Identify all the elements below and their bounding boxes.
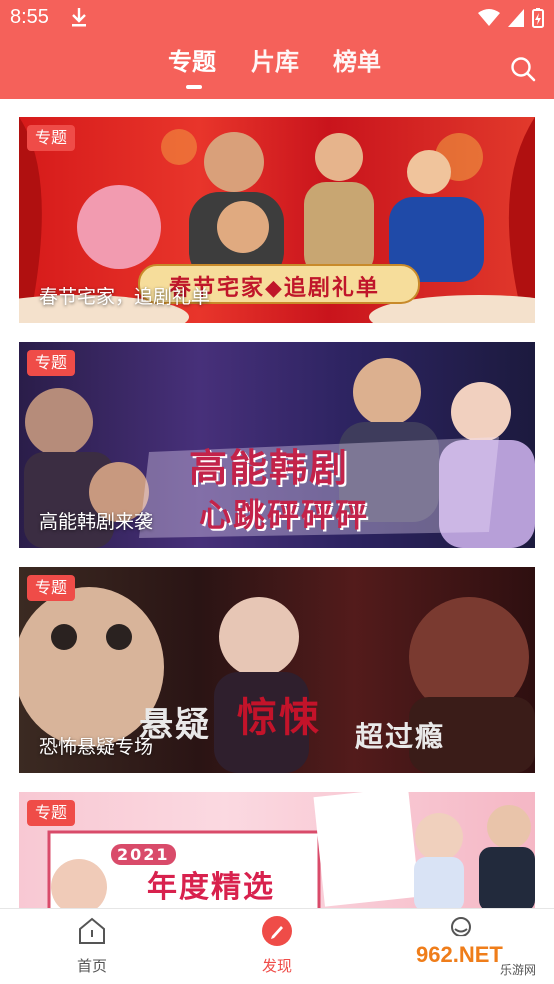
nav-discover[interactable]: 发现 xyxy=(237,915,317,976)
nav-discover-label: 发现 xyxy=(261,957,292,975)
app-header: 8:55 专题 片库 榜单 xyxy=(0,0,554,99)
card-banner-highlight: 惊悚 xyxy=(237,695,321,741)
status-time: 8:55 xyxy=(10,6,49,28)
download-icon xyxy=(72,8,86,27)
top-tabs: 专题 片库 榜单 xyxy=(0,42,554,92)
card-title: 恐怖悬疑专场 xyxy=(39,736,154,758)
nav-home[interactable]: 首页 xyxy=(52,915,132,976)
site-watermark: 962.NET 乐游网 xyxy=(408,936,548,977)
topic-card-year-picks[interactable]: 2021 年度精选 专题 xyxy=(19,792,535,912)
search-icon[interactable] xyxy=(510,56,536,82)
battery-icon xyxy=(532,8,544,28)
topic-badge: 专题 xyxy=(27,350,76,376)
card-banner-subtext: 超过瘾 xyxy=(355,720,446,753)
discover-icon xyxy=(262,916,292,946)
tab-topics[interactable]: 专题 xyxy=(168,42,216,77)
topic-badge: 专题 xyxy=(27,575,76,601)
tab-rankings[interactable]: 榜单 xyxy=(333,42,381,77)
status-bar: 8:55 xyxy=(0,0,554,36)
home-icon xyxy=(79,917,105,944)
signal-icon xyxy=(508,9,524,27)
nav-home-label: 首页 xyxy=(76,957,107,975)
watermark-subtext: 乐游网 xyxy=(500,963,536,977)
card-title: 高能韩剧来袭 xyxy=(39,511,154,533)
watermark-text: 962.NET xyxy=(416,942,503,967)
wifi-icon xyxy=(478,9,500,26)
tab-library[interactable]: 片库 xyxy=(251,42,299,77)
card-banner-text: 高能韩剧 xyxy=(189,446,350,490)
topic-badge: 专题 xyxy=(27,125,76,151)
card-artwork xyxy=(47,792,535,912)
card-banner-text: 年度精选 xyxy=(147,870,275,905)
topic-card-korean-drama[interactable]: 高能韩剧 心跳砰砰砰 专题 高能韩剧来袭 xyxy=(19,342,535,548)
topic-card-spring-festival[interactable]: 春节宅家◆追剧礼单 专题 春节宅家，追剧礼单 xyxy=(19,117,535,323)
topic-badge: 专题 xyxy=(27,800,76,826)
tab-indicator xyxy=(186,85,202,89)
status-icons xyxy=(478,8,544,28)
card-banner-subtext: 心跳砰砰砰 xyxy=(199,496,370,534)
topic-card-horror[interactable]: 悬疑 惊悚 超过瘾 专题 恐怖悬疑专场 xyxy=(19,567,535,773)
card-title: 春节宅家，追剧礼单 xyxy=(39,286,211,308)
